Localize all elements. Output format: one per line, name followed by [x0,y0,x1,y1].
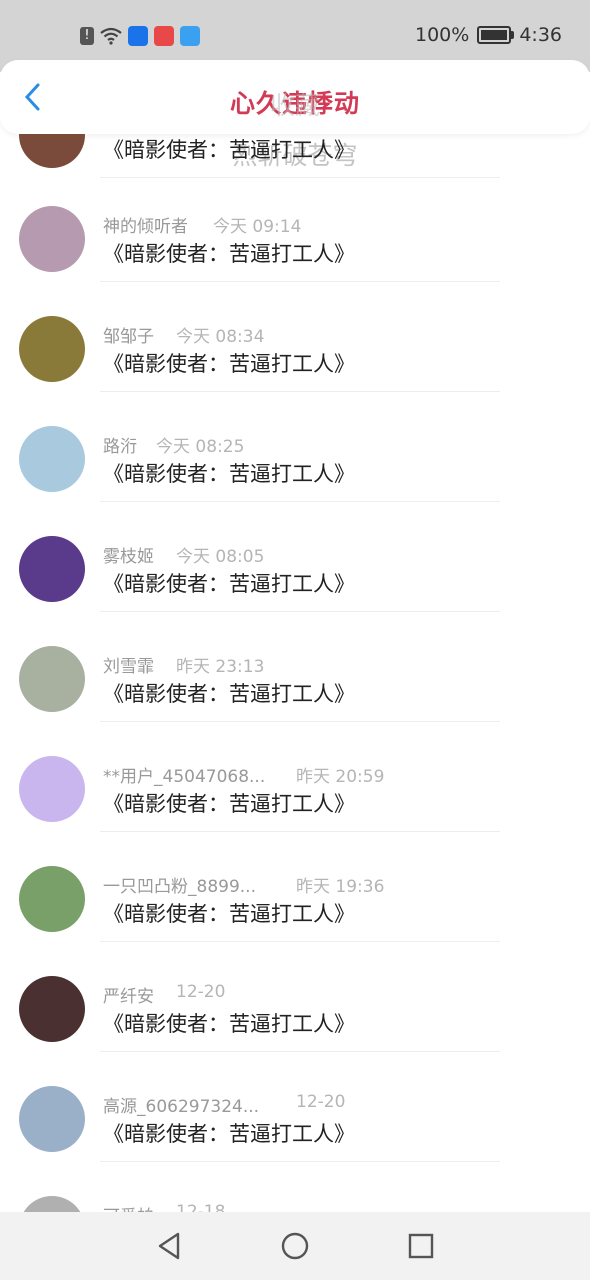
message-text: 《暗影使者：苦逼打工人》 [103,902,355,926]
user-name[interactable]: 高源_606297324... [103,1097,259,1117]
timestamp: 今天 09:14 [213,217,302,237]
nav-recents-button[interactable] [404,1229,438,1263]
timestamp: 昨天 19:36 [296,877,385,897]
avatar[interactable] [19,1086,85,1152]
avatar[interactable] [19,316,85,382]
avatar[interactable] [19,646,85,712]
item-meta: 严纤安 12-20 [103,982,225,1007]
list-item[interactable]: 刘雪霏 昨天 23:13 《暗影使者：苦逼打工人》 [0,612,590,722]
battery-percent: 100% [415,24,470,46]
app-weather-icon [180,26,200,46]
wifi-icon [100,27,122,45]
avatar[interactable] [19,976,85,1042]
system-nav-bar [0,1212,590,1280]
circle-home-icon [281,1232,309,1260]
avatar[interactable] [19,756,85,822]
user-name[interactable]: 一只凹凸粉_8899... [103,877,256,897]
avatar[interactable] [19,426,85,492]
square-recents-icon [408,1233,434,1259]
avatar[interactable] [19,536,85,602]
status-icons: ! [80,26,200,46]
status-time: 4:36 [519,24,562,46]
timestamp: 昨天 20:59 [296,767,385,787]
message-text: 《暗影使者：苦逼打工人》 [103,1122,355,1146]
message-text: 《暗影使者：苦逼打工人》 [103,572,355,596]
message-text: 《暗影使者：苦逼打工人》 [103,1012,355,1036]
item-meta: 路洐 今天 08:25 [103,432,244,457]
favorites-list: 《暗影使者：苦逼打工人》 神的倾听者 今天 09:14 《暗影使者：苦逼打工人》 邹邹子… [0,134,590,1214]
list-item[interactable]: 雾枝姬 今天 08:05 《暗影使者：苦逼打工人》 [0,502,590,612]
message-text: 《暗影使者：苦逼打工人》 [103,682,355,706]
user-name[interactable]: 邹邹子 [103,327,154,347]
list-item[interactable]: 严纤安 12-20 《暗影使者：苦逼打工人》 [0,942,590,1052]
timestamp: 今天 08:34 [176,327,265,347]
message-text: 《暗影使者：苦逼打工人》 [103,242,355,266]
list-item[interactable]: 一只凹凸粉_8899... 昨天 19:36 《暗影使者：苦逼打工人》 [0,832,590,942]
app-blue-icon [128,26,148,46]
timestamp: 今天 08:25 [156,437,245,457]
timestamp: 12-20 [296,1092,346,1112]
message-text: 《暗影使者：苦逼打工人》 [103,138,355,162]
user-name[interactable]: 神的倾听者 [103,217,188,237]
user-name[interactable]: 刘雪霏 [103,657,154,677]
user-name[interactable]: 路洐 [103,437,137,457]
message-text: 《暗影使者：苦逼打工人》 [103,462,355,486]
item-meta: 刘雪霏 昨天 23:13 [103,652,264,677]
item-meta: 高源_606297324... 12-20 [103,1092,345,1117]
item-meta: 一只凹凸粉_8899... 昨天 19:36 [103,872,384,897]
battery-icon [477,26,515,44]
message-text: 《暗影使者：苦逼打工人》 [103,352,355,376]
list-item[interactable]: 高源_606297324... 12-20 《暗影使者：苦逼打工人》 [0,1052,590,1162]
triangle-back-icon [158,1232,180,1260]
message-text: 《暗影使者：苦逼打工人》 [103,792,355,816]
timestamp: 昨天 23:13 [176,657,265,677]
avatar[interactable] [19,866,85,932]
item-meta: 邹邹子 今天 08:34 [103,322,264,347]
list-item[interactable]: 路洐 今天 08:25 《暗影使者：苦逼打工人》 [0,392,590,502]
avatar[interactable] [19,134,85,168]
item-meta: 神的倾听者 今天 09:14 [103,212,301,237]
list-item[interactable]: **用户_45047068... 昨天 20:59 《暗影使者：苦逼打工人》 [0,722,590,832]
list-item[interactable]: 可爱帕12-18 [0,1162,590,1214]
item-meta: 雾枝姬 今天 08:05 [103,542,264,567]
list-item[interactable]: 神的倾听者 今天 09:14 《暗影使者：苦逼打工人》 [0,172,590,282]
user-name[interactable]: 严纤安 [103,987,154,1007]
app-red-icon [154,26,174,46]
timestamp: 12-20 [176,982,226,1002]
user-name[interactable]: **用户_45047068... [103,767,265,787]
avatar[interactable] [19,206,85,272]
user-name[interactable]: 雾枝姬 [103,547,154,567]
status-right: 100% 4:36 [415,24,562,46]
overlay-title: 收藏 [269,91,320,120]
list-item[interactable]: 邹邹子 今天 08:34 《暗影使者：苦逼打工人》 [0,282,590,392]
app-header: 心久违悸动 收藏 [0,60,590,134]
notification-alert-icon: ! [80,27,94,45]
nav-back-button[interactable] [152,1229,186,1263]
timestamp: 今天 08:05 [176,547,265,567]
item-meta: **用户_45047068... 昨天 20:59 [103,762,384,787]
nav-home-button[interactable] [278,1229,312,1263]
